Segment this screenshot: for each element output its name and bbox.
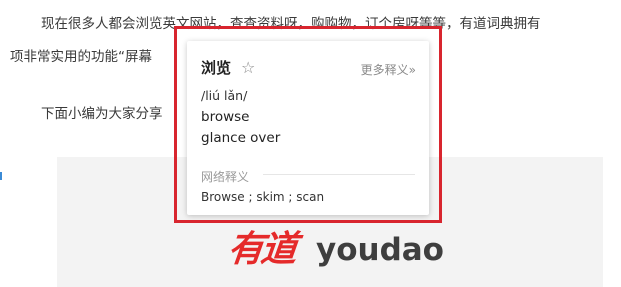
logo-chinese-text: 有道 <box>225 228 297 270</box>
highlight-frame <box>174 26 442 223</box>
youdao-logo: 有道 youdao <box>225 226 444 276</box>
article-line-2: 项非常实用的功能“屏幕 <box>10 49 152 65</box>
logo-english-text: youdao <box>316 232 444 268</box>
page: 现在很多人都会浏览英文网站，查查资料呀，购购物，订个房呀等等，有道词典拥有 项非… <box>0 0 621 287</box>
side-marker <box>0 172 2 180</box>
article-line-3: 下面小编为大家分享 <box>41 106 163 122</box>
